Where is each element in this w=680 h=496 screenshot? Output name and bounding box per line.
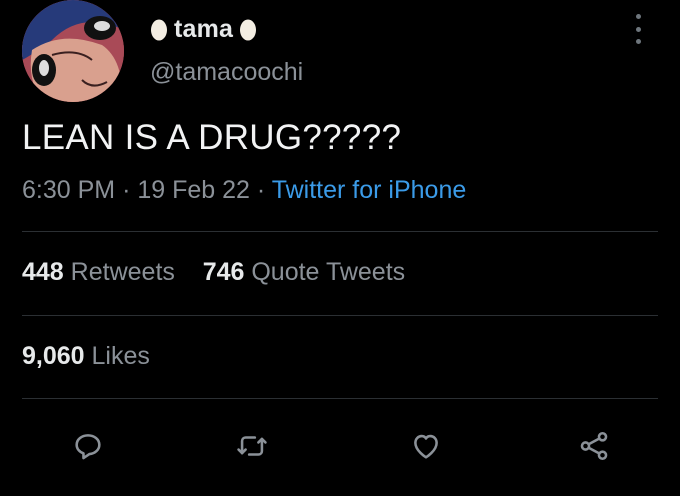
quotes-label: Quote Tweets bbox=[251, 258, 406, 286]
retweets-label: Retweets bbox=[70, 258, 175, 286]
display-name[interactable]: tama bbox=[174, 15, 233, 44]
user-handle[interactable]: @tamacoochi bbox=[150, 58, 303, 87]
tweet-detail: tama @tamacoochi LEAN IS A DRUG????? 6:3… bbox=[0, 0, 680, 496]
share-button[interactable] bbox=[572, 424, 616, 468]
likes-stat[interactable]: 9,060 Likes bbox=[22, 342, 150, 371]
like-button[interactable] bbox=[404, 424, 448, 468]
egg-icon bbox=[151, 19, 167, 41]
quotes-count: 746 bbox=[202, 258, 245, 286]
tweet-meta: 6:30 PM · 19 Feb 22 · Twitter for iPhone bbox=[22, 176, 466, 205]
meta-separator: · bbox=[256, 176, 266, 204]
tweet-date[interactable]: 19 Feb 22 bbox=[137, 176, 250, 204]
heart-icon bbox=[414, 434, 438, 459]
more-vertical-icon[interactable] bbox=[630, 14, 646, 44]
divider bbox=[22, 231, 658, 232]
divider bbox=[22, 315, 658, 316]
retweet-icon bbox=[237, 436, 267, 456]
tweet-text: LEAN IS A DRUG????? bbox=[22, 118, 402, 157]
retweets-stat[interactable]: 448 Retweets bbox=[22, 258, 175, 286]
egg-icon bbox=[240, 19, 257, 41]
tweet-source[interactable]: Twitter for iPhone bbox=[272, 176, 467, 204]
quotes-stat[interactable]: 746 Quote Tweets bbox=[203, 258, 405, 286]
tweet-time[interactable]: 6:30 PM bbox=[22, 176, 115, 204]
likes-count: 9,060 bbox=[22, 342, 85, 370]
share-icon bbox=[580, 431, 608, 461]
retweets-count: 448 bbox=[22, 258, 64, 286]
name-row[interactable]: tama bbox=[150, 14, 257, 44]
likes-label: Likes bbox=[91, 342, 150, 370]
reply-icon bbox=[75, 434, 101, 460]
avatar[interactable] bbox=[22, 0, 124, 102]
divider bbox=[22, 398, 658, 399]
reply-button[interactable] bbox=[66, 424, 110, 468]
share-stats: 448 Retweets 746 Quote Tweets bbox=[22, 258, 405, 287]
meta-separator: · bbox=[122, 176, 131, 204]
retweet-button[interactable] bbox=[230, 424, 274, 468]
